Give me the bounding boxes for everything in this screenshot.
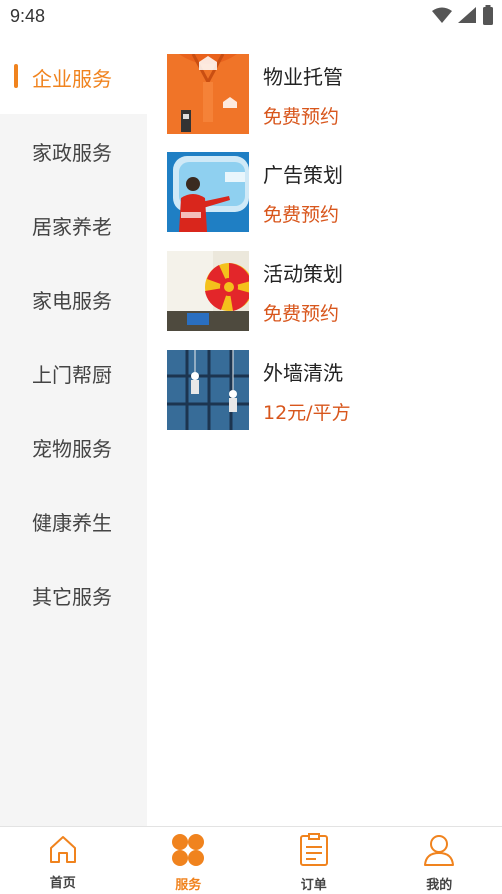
tab-profile[interactable]: 我的: [377, 827, 502, 894]
service-price: 免费预约: [263, 303, 340, 325]
status-time: 9:48: [10, 6, 46, 26]
tab-label: 服务: [175, 878, 202, 893]
user-icon: [422, 833, 456, 871]
tab-label: 首页: [49, 876, 76, 891]
service-item-advertising[interactable]: 广告策划 免费预约: [167, 152, 497, 234]
status-icons: [432, 5, 494, 29]
tab-label: 我的: [426, 878, 453, 893]
clipboard-icon: [298, 833, 330, 871]
service-item-event[interactable]: 活动策划 免费预约: [167, 251, 497, 333]
sidebar-item-elderly-care[interactable]: 居家养老: [0, 188, 147, 262]
sidebar-item-label: 企业服务: [32, 66, 112, 91]
service-name: 外墙清洗: [263, 361, 343, 385]
service-price: 免费预约: [263, 204, 340, 226]
service-image: [167, 251, 249, 331]
service-item-wall-cleaning[interactable]: 外墙清洗 12元/平方: [167, 350, 497, 432]
service-item-property[interactable]: 物业托管 免费预约: [167, 54, 497, 136]
signal-icon: [458, 7, 476, 27]
sidebar-item-housekeeping[interactable]: 家政服务: [0, 114, 147, 188]
tab-orders[interactable]: 订单: [251, 827, 377, 894]
sidebar-item-enterprise[interactable]: 企业服务: [0, 34, 147, 114]
service-price: 12元/平方: [263, 402, 351, 424]
tab-label: 订单: [300, 878, 327, 893]
tab-services[interactable]: 服务: [126, 827, 252, 894]
sidebar-item-label: 宠物服务: [32, 436, 112, 461]
service-price: 免费预约: [263, 106, 340, 128]
sidebar-item-home-chef[interactable]: 上门帮厨: [0, 336, 147, 410]
sidebar-item-label: 健康养生: [32, 510, 112, 535]
service-image: [167, 350, 249, 430]
sidebar-item-label: 其它服务: [32, 584, 112, 609]
service-name: 广告策划: [263, 163, 343, 187]
sidebar-item-label: 家政服务: [32, 140, 112, 165]
tab-home[interactable]: 首页: [0, 827, 126, 894]
wifi-icon: [432, 7, 452, 27]
service-image: [167, 152, 249, 232]
grid-icon: [171, 833, 205, 871]
sidebar-item-health[interactable]: 健康养生: [0, 484, 147, 558]
sidebar-item-label: 家电服务: [32, 288, 112, 313]
home-icon: [47, 833, 79, 869]
sidebar-item-appliance[interactable]: 家电服务: [0, 262, 147, 336]
bottom-tab-bar: 首页 服务 订单 我的: [0, 826, 502, 894]
sidebar-item-label: 上门帮厨: [32, 362, 112, 387]
service-image: [167, 54, 249, 134]
status-bar: 9:48: [0, 0, 502, 34]
sidebar-item-label: 居家养老: [32, 214, 112, 239]
service-name: 活动策划: [263, 262, 343, 286]
battery-icon: [482, 5, 494, 29]
sidebar-item-other[interactable]: 其它服务: [0, 558, 147, 632]
category-sidebar: 企业服务 家政服务 居家养老 家电服务 上门帮厨 宠物服务 健康养生 其它服务: [0, 34, 147, 826]
service-list: 物业托管 免费预约 广告策划 免费预约 活动策划 免费预约 外墙清洗 12元/平…: [147, 34, 502, 826]
sidebar-item-pet[interactable]: 宠物服务: [0, 410, 147, 484]
service-name: 物业托管: [263, 65, 343, 89]
